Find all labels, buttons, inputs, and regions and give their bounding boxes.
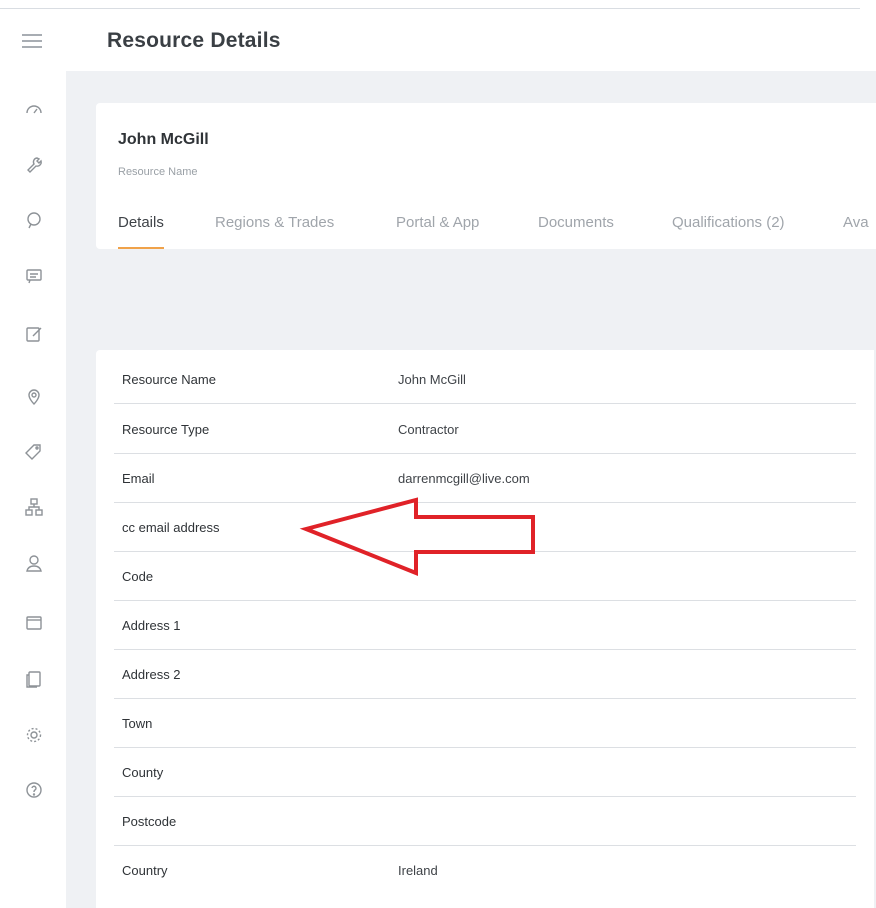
detail-label: Country [122,863,168,878]
resource-name-caption: Resource Name [118,166,198,178]
detail-label: Postcode [122,814,177,829]
tab-portal-app[interactable]: Portal & App [396,214,479,248]
tab-regions-trades[interactable]: Regions & Trades [215,214,334,248]
help-icon[interactable] [24,780,44,800]
detail-label: Code [122,569,154,584]
tab-availability[interactable]: Ava [843,214,869,248]
detail-value: darrenmcgill@live.com [398,471,530,486]
detail-row-town: Town [114,700,856,748]
detail-label: cc email address [122,520,220,535]
detail-label: Address 1 [122,618,181,633]
sidebar [0,71,66,908]
tab-qualifications[interactable]: Qualifications (2) [672,214,785,248]
detail-row-resource-name: Resource Name John McGill [114,356,856,404]
details-card: Resource Name John McGill Resource Type … [96,350,874,908]
detail-row-postcode: Postcode [114,798,856,846]
detail-label: Resource Type [122,422,210,437]
header-bar: Resource Details [0,9,876,71]
edit-icon[interactable] [24,324,44,344]
tab-details[interactable]: Details [118,214,164,249]
folder-icon[interactable] [24,612,44,632]
message-icon[interactable] [24,266,44,286]
resource-header-card: John McGill Resource Name Details Region… [96,103,876,249]
detail-label: County [122,765,164,780]
dashboard-icon[interactable] [24,100,44,120]
detail-value: John McGill [398,372,466,387]
tag-icon[interactable] [24,442,44,462]
chat-icon[interactable] [24,210,44,230]
settings-icon[interactable] [24,725,44,745]
detail-row-country: Country Ireland [114,847,856,895]
detail-value: Ireland [398,863,438,878]
hierarchy-icon[interactable] [24,497,44,517]
page-title: Resource Details [107,29,281,52]
detail-value: Contractor [398,422,459,437]
detail-row-resource-type: Resource Type Contractor [114,406,856,454]
detail-label: Email [122,471,155,486]
documents-icon[interactable] [24,669,44,689]
detail-row-email: Email darrenmcgill@live.com [114,455,856,503]
wrench-icon[interactable] [24,155,44,175]
hamburger-menu-icon[interactable] [22,34,42,48]
detail-row-county: County [114,749,856,797]
tab-documents[interactable]: Documents [538,214,614,248]
detail-row-address-1: Address 1 [114,602,856,650]
user-icon[interactable] [24,553,44,573]
detail-row-address-2: Address 2 [114,651,856,699]
detail-label: Resource Name [122,372,216,387]
detail-label: Town [122,716,153,731]
location-pin-icon[interactable] [24,386,44,406]
resource-name-title: John McGill [118,131,209,148]
detail-label: Address 2 [122,667,181,682]
annotation-arrow-icon [299,497,535,576]
